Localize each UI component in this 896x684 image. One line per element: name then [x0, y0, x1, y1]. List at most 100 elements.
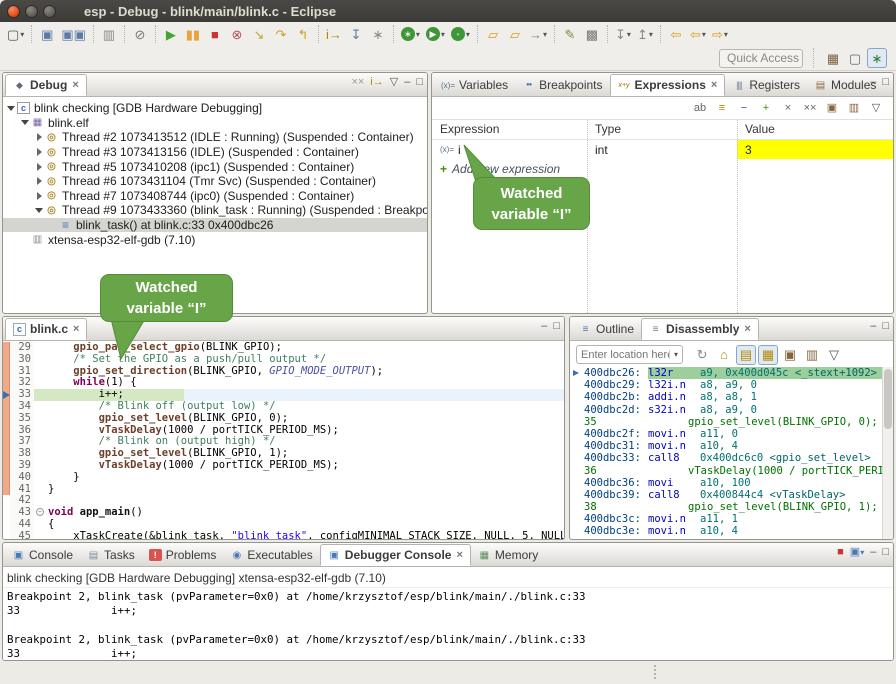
expander-right-icon[interactable] — [34, 177, 44, 185]
editor-annotation-ruler[interactable] — [3, 342, 10, 354]
expander-right-icon[interactable] — [34, 148, 44, 156]
tab-console[interactable]: Console — [5, 544, 80, 566]
disassembly-instruction[interactable]: 400dbc2d:s32i.na8, a9, 0 — [570, 404, 882, 416]
clean-icon[interactable]: ✎ — [560, 24, 580, 44]
disassembly-source-line[interactable]: 38gpio_set_level(BLINK_GPIO, 1); — [570, 501, 882, 513]
disassembly-instruction[interactable]: 400dbc29:l32i.na8, a9, 0 — [570, 379, 882, 391]
quick-access-button[interactable]: Quick Access — [719, 49, 803, 68]
disassembly-instruction[interactable]: 400dbc33:call80x400dc6c0 <gpio_set_level… — [570, 452, 882, 464]
console-output[interactable]: Breakpoint 2, blink_task (pvParameter=0x… — [3, 588, 893, 661]
forward-icon[interactable]: ⇨▾ — [710, 24, 730, 44]
expander-down-icon[interactable] — [20, 120, 30, 125]
tab-debug[interactable]: Debug× — [5, 74, 87, 96]
debug-tree-item[interactable]: blink_task() at blink.c:33 0x400dbc26 — [3, 218, 427, 233]
editor-annotation-ruler[interactable] — [3, 436, 10, 448]
collapse-all-icon[interactable]: − — [734, 99, 754, 119]
debug-tree-item[interactable]: blink checking [GDB Hardware Debugging] — [3, 101, 427, 116]
step-over-icon[interactable]: ↷ — [271, 24, 291, 44]
column-expression[interactable]: Expression — [432, 120, 587, 139]
disassembly-instruction[interactable]: 400dbc40:call80x400dc6c0 <gpio_set_level… — [570, 538, 882, 539]
debug-button-icon[interactable]: ∗▾ — [399, 24, 422, 44]
minimize-icon[interactable]: – — [870, 77, 876, 88]
editor-annotation-ruler[interactable] — [3, 425, 10, 437]
open-perspective-icon[interactable]: ▦ — [823, 48, 843, 68]
expander-right-icon[interactable] — [34, 192, 44, 200]
editor-annotation-ruler[interactable] — [3, 507, 10, 519]
pin-view-icon[interactable]: ▥ — [844, 99, 864, 119]
editor-annotation-ruler[interactable] — [3, 401, 10, 413]
import-icon[interactable]: ▱ — [483, 24, 503, 44]
build-icon[interactable]: ▥ — [99, 24, 119, 44]
display-console-icon[interactable]: ▣▾ — [850, 547, 864, 558]
column-type[interactable]: Type — [587, 120, 737, 139]
tab-outline[interactable]: Outline — [572, 318, 641, 340]
window-minimize-button[interactable] — [25, 5, 38, 18]
location-field[interactable]: ▾ — [576, 345, 683, 364]
step-return-icon[interactable]: ↰ — [293, 24, 313, 44]
debug-tree-item[interactable]: Thread #9 1073433360 (blink_task : Runni… — [3, 203, 427, 218]
close-tab-icon[interactable]: × — [73, 323, 79, 335]
view-menu-icon[interactable]: ▽ — [824, 345, 844, 365]
run-button-icon[interactable]: ▶▾ — [424, 24, 447, 44]
sync-context-icon[interactable]: ▦ — [758, 345, 778, 365]
drop-to-frame-icon[interactable]: ↧ — [346, 24, 366, 44]
minimize-icon[interactable]: – — [541, 321, 547, 332]
column-value[interactable]: Value — [737, 120, 893, 139]
pin-view-icon[interactable]: ▥ — [802, 345, 822, 365]
editor-annotation-ruler[interactable] — [3, 484, 10, 496]
disassembly-instruction[interactable]: 400dbc3e:movi.na10, 4 — [570, 525, 882, 537]
debug-tree-item[interactable]: Thread #2 1073413512 (IDLE : Running) (S… — [3, 130, 427, 145]
debug-tree-item[interactable]: Thread #5 1073410208 (ipc1) (Suspended :… — [3, 159, 427, 174]
editor-annotation-ruler[interactable] — [3, 354, 10, 366]
tab-variables[interactable]: Variables — [434, 74, 515, 96]
tab-tasks[interactable]: Tasks — [80, 544, 142, 566]
tab-registers[interactable]: Registers — [725, 74, 807, 96]
disassembly-instruction[interactable]: 400dbc31:movi.na10, 4 — [570, 440, 882, 452]
disassembly-instruction[interactable]: 400dbc39:call80x400844c4 <vTaskDelay> — [570, 489, 882, 501]
debug-tree-item[interactable]: Thread #3 1073413156 (IDLE) (Suspended :… — [3, 145, 427, 160]
external-tools-icon[interactable]: ◦▾ — [449, 24, 472, 44]
show-logical-structure-icon[interactable]: ≡ — [712, 99, 732, 119]
tab-breakpoints[interactable]: Breakpoints — [515, 74, 609, 96]
minimize-icon[interactable]: – — [870, 547, 876, 558]
tab-problems[interactable]: Problems — [142, 544, 224, 566]
new-view-icon[interactable]: ▣ — [822, 99, 842, 119]
editor-annotation-ruler[interactable] — [3, 366, 10, 378]
code-line[interactable]: 39 vTaskDelay(1000 / portTICK_PERIOD_MS)… — [3, 460, 564, 472]
disconnect-icon[interactable]: ⊗ — [227, 24, 247, 44]
editor-annotation-ruler[interactable] — [3, 495, 10, 507]
code-line[interactable]: 45 xTaskCreate(&blink_task, "blink_task"… — [3, 531, 564, 539]
tab-expressions[interactable]: Expressions× — [610, 74, 726, 96]
refresh-icon[interactable]: ↻ — [692, 345, 712, 365]
remove-all-terminated-icon[interactable]: ×× — [351, 77, 364, 88]
view-menu-icon[interactable]: ▽ — [390, 77, 398, 88]
window-close-button[interactable] — [7, 5, 20, 18]
window-maximize-button[interactable] — [43, 5, 56, 18]
next-annotation-icon[interactable]: ↧▾ — [613, 24, 633, 44]
show-type-names-icon[interactable]: ab — [690, 99, 710, 119]
save-icon[interactable]: ▣ — [37, 24, 57, 44]
editor-annotation-ruler[interactable] — [3, 377, 10, 389]
maximize-icon[interactable]: □ — [553, 321, 560, 332]
debug-tree-item[interactable]: Thread #6 1073431104 (Tmr Svc) (Suspende… — [3, 174, 427, 189]
maximize-icon[interactable]: □ — [416, 77, 423, 88]
instruction-stepping-mode-icon[interactable]: i→ — [370, 77, 383, 88]
back-history-icon[interactable]: ⇦▾ — [688, 24, 708, 44]
home-icon[interactable]: ⌂ — [714, 345, 734, 365]
code-line[interactable]: 41} — [3, 484, 564, 496]
editor-annotation-ruler[interactable] — [3, 413, 10, 425]
suspend-icon[interactable]: ▮▮ — [183, 24, 203, 44]
annotations-icon[interactable]: ▩ — [582, 24, 602, 44]
disassembly-listing[interactable]: 400dbc26:l32ra9, 0x400d045c <_stext+1092… — [570, 367, 882, 539]
tab-disassembly[interactable]: Disassembly× — [641, 318, 759, 340]
terminate-console-icon[interactable]: ■ — [837, 547, 844, 558]
close-tab-icon[interactable]: × — [711, 79, 717, 91]
editor-annotation-ruler[interactable] — [3, 448, 10, 460]
launch-icon[interactable]: →▾ — [527, 24, 549, 44]
expander-right-icon[interactable] — [34, 163, 44, 171]
minimize-icon[interactable]: – — [870, 321, 876, 332]
minimize-icon[interactable]: – — [404, 77, 410, 88]
instruction-stepping-icon[interactable]: i→ — [324, 24, 344, 44]
step-into-icon[interactable]: ↘ — [249, 24, 269, 44]
debug-perspective-icon[interactable]: ∗ — [867, 48, 887, 68]
